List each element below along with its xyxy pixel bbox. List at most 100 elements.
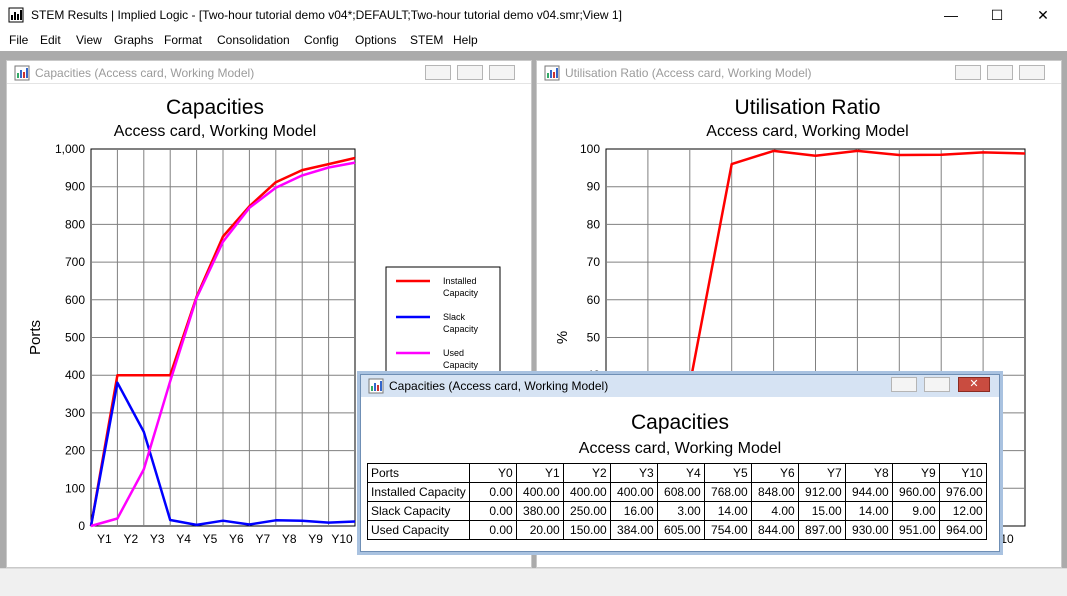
legend-label: Slack: [443, 312, 466, 322]
table-cell: 754.00: [703, 520, 752, 540]
table-heading: Capacities: [630, 411, 730, 434]
chart-window-icon: [544, 65, 560, 81]
menu-config[interactable]: Config: [304, 33, 339, 47]
table-subheading: Access card, Working Model: [578, 440, 782, 457]
table-cell: 0.00: [468, 501, 517, 521]
y-tick-label: 400: [65, 368, 85, 382]
table-cell: 912.00: [797, 482, 846, 502]
table-header-row: Ports Y0 Y1 Y2 Y3 Y4 Y5 Y6 Y7 Y8 Y9 Y10: [367, 463, 987, 483]
table-cell: 12.00: [938, 501, 987, 521]
table-cell: 20.00: [515, 520, 564, 540]
y-tick-label: 50: [587, 331, 601, 345]
capacities-close-button[interactable]: [489, 65, 515, 80]
capacities-table-window[interactable]: Capacities (Access card, Working Model) …: [360, 374, 1000, 552]
table-minimize-button[interactable]: [891, 377, 917, 392]
minimize-button[interactable]: —: [928, 0, 974, 31]
close-button[interactable]: ✕: [1020, 0, 1066, 31]
menu-graphs[interactable]: Graphs: [114, 33, 153, 47]
table-cell: 14.00: [703, 501, 752, 521]
table-cell: 400.00: [515, 482, 564, 502]
column-header: Y0: [468, 463, 517, 483]
x-tick-label: Y8: [282, 532, 297, 546]
y-tick-label: 200: [65, 444, 85, 458]
x-tick-label: Y9: [308, 532, 323, 546]
table-cell: 897.00: [797, 520, 846, 540]
utilisation-close-button[interactable]: [1019, 65, 1045, 80]
table-cell: 400.00: [609, 482, 658, 502]
table-cell: 3.00: [656, 501, 705, 521]
utilisation-minimize-button[interactable]: [955, 65, 981, 80]
menu-options[interactable]: Options: [355, 33, 396, 47]
menu-edit[interactable]: Edit: [40, 33, 61, 47]
table-cell: 0.00: [468, 482, 517, 502]
chart-subtitle: Access card, Working Model: [114, 123, 316, 140]
legend-label: Capacity: [443, 324, 479, 334]
menu-stem[interactable]: STEM: [410, 33, 443, 47]
table-cell: 15.00: [797, 501, 846, 521]
legend-label: Used: [443, 348, 464, 358]
table-cell: 951.00: [891, 520, 940, 540]
column-header: Y10: [938, 463, 987, 483]
utilisation-restore-button[interactable]: [987, 65, 1013, 80]
column-header: Y8: [844, 463, 893, 483]
y-tick-label: 70: [587, 255, 601, 269]
y-axis-label: Ports: [27, 320, 44, 355]
y-tick-label: 700: [65, 255, 85, 269]
table-cell: 944.00: [844, 482, 893, 502]
capacities-minimize-button[interactable]: [425, 65, 451, 80]
table-cell: 605.00: [656, 520, 705, 540]
y-tick-label: 600: [65, 293, 85, 307]
table-row: Installed Capacity 0.00 400.00 400.00 400.00…: [367, 482, 987, 502]
x-tick-label: Y2: [123, 532, 138, 546]
menu-file[interactable]: File: [9, 33, 28, 47]
column-header: Y3: [609, 463, 658, 483]
table-row: Used Capacity 0.00 20.00 150.00 384.00 605.00…: [367, 520, 987, 540]
table-cell: 608.00: [656, 482, 705, 502]
menu-help[interactable]: Help: [453, 33, 478, 47]
table-cell: 14.00: [844, 501, 893, 521]
x-tick-label: Y7: [255, 532, 270, 546]
status-bar: [0, 568, 1067, 596]
x-tick-label: Y3: [150, 532, 165, 546]
table-cell: 848.00: [750, 482, 799, 502]
capacities-restore-button[interactable]: [457, 65, 483, 80]
table-cell: 400.00: [562, 482, 611, 502]
column-header: Y9: [891, 463, 940, 483]
menu-view[interactable]: View: [76, 33, 102, 47]
legend-label: Capacity: [443, 288, 479, 298]
table-cell: 768.00: [703, 482, 752, 502]
row-label: Slack Capacity: [367, 501, 470, 521]
capacities-window-title: Capacities (Access card, Working Model): [35, 66, 255, 80]
y-tick-label: 80: [587, 217, 601, 231]
x-tick-label: 10: [1000, 532, 1014, 546]
row-label: Used Capacity: [367, 520, 470, 540]
chart-window-icon: [14, 65, 30, 81]
column-header: Y6: [750, 463, 799, 483]
legend-label: Capacity: [443, 360, 479, 370]
x-tick-label: Y5: [203, 532, 218, 546]
menu-bar: [0, 31, 1067, 51]
table-cell: 0.00: [468, 520, 517, 540]
y-tick-label: 90: [587, 180, 601, 194]
table-restore-button[interactable]: [924, 377, 950, 392]
table-cell: 844.00: [750, 520, 799, 540]
x-tick-label: Y4: [176, 532, 191, 546]
column-header: Y7: [797, 463, 846, 483]
menu-format[interactable]: Format: [164, 33, 202, 47]
table-cell: 930.00: [844, 520, 893, 540]
y-axis-label: %: [554, 331, 571, 344]
table-cell: 964.00: [938, 520, 987, 540]
table-cell: 976.00: [938, 482, 987, 502]
y-tick-label: 500: [65, 331, 85, 345]
column-header: Y2: [562, 463, 611, 483]
table-close-button[interactable]: ✕: [958, 377, 990, 392]
table-window-title: Capacities (Access card, Working Model): [389, 379, 609, 393]
app-icon: [8, 7, 24, 23]
chart-subtitle: Access card, Working Model: [706, 123, 908, 140]
chart-title: Utilisation Ratio: [735, 96, 881, 119]
y-tick-label: 100: [65, 481, 85, 495]
menu-consolidation[interactable]: Consolidation: [217, 33, 290, 47]
window-title: STEM Results | Implied Logic - [Two-hour…: [31, 8, 622, 22]
maximize-button[interactable]: ☐: [974, 0, 1020, 31]
x-tick-label: Y1: [97, 532, 112, 546]
